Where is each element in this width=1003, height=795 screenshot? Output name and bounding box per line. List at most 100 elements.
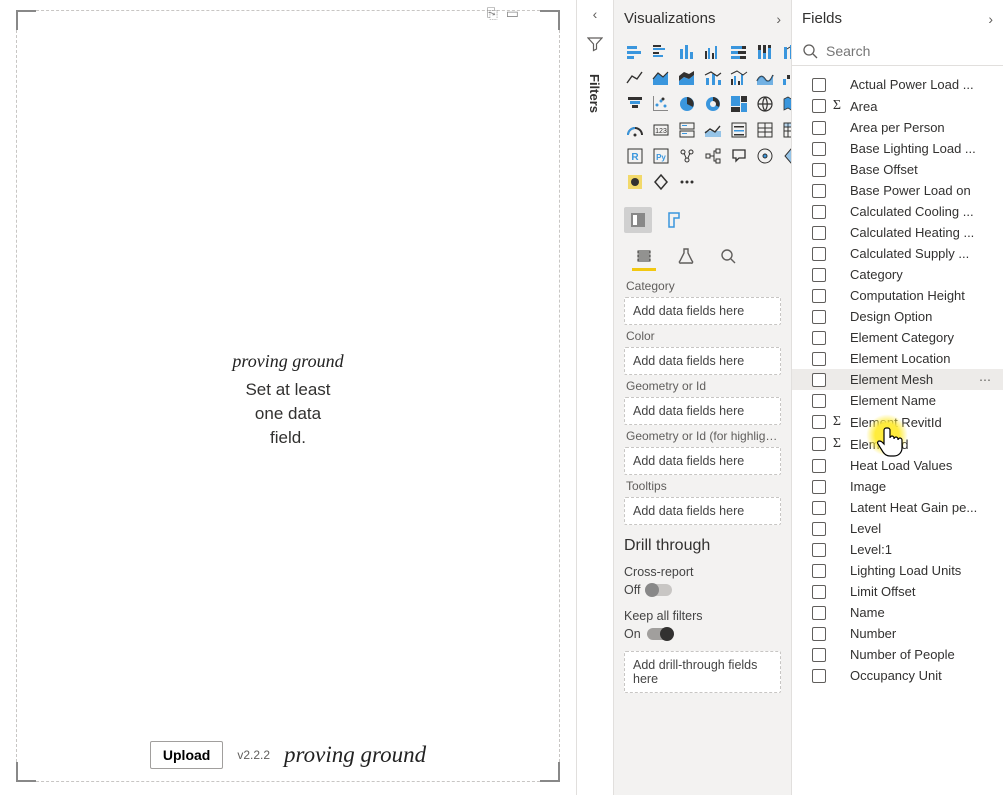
field-row[interactable]: Element Name	[792, 390, 1003, 411]
table-icon[interactable]	[754, 119, 776, 141]
well-geometry[interactable]: Add data fields here	[624, 397, 781, 425]
powerapps-icon[interactable]	[780, 145, 792, 167]
field-row[interactable]: Base Power Load on	[792, 180, 1003, 201]
line-clustered-column-icon[interactable]	[728, 67, 750, 89]
waterfall-icon[interactable]	[780, 67, 792, 89]
field-row[interactable]: Element Category	[792, 327, 1003, 348]
drill-through-well[interactable]: Add drill-through fields here	[624, 651, 781, 693]
python-visual-icon[interactable]: Py	[650, 145, 672, 167]
field-row[interactable]: Name	[792, 602, 1003, 623]
ribbon-icon[interactable]	[780, 41, 792, 63]
matrix-icon[interactable]	[780, 119, 792, 141]
field-checkbox[interactable]	[812, 669, 826, 683]
slicer-icon[interactable]	[728, 119, 750, 141]
field-row[interactable]: Area per Person	[792, 117, 1003, 138]
values-tool-icon[interactable]	[624, 207, 652, 233]
more-icon[interactable]: ⋯	[975, 373, 995, 387]
stacked-column-icon[interactable]	[676, 41, 698, 63]
field-checkbox[interactable]	[812, 205, 826, 219]
field-row[interactable]: Heat Load Values	[792, 455, 1003, 476]
field-checkbox[interactable]	[812, 226, 826, 240]
field-checkbox[interactable]	[812, 142, 826, 156]
field-checkbox[interactable]	[812, 501, 826, 515]
field-row[interactable]: Computation Height	[792, 285, 1003, 306]
field-checkbox[interactable]	[812, 289, 826, 303]
treemap-icon[interactable]	[728, 93, 750, 115]
visual-header-icons[interactable]: ⎘ ▭	[487, 5, 519, 22]
field-checkbox[interactable]	[812, 331, 826, 345]
format-tab[interactable]	[674, 243, 698, 271]
field-row[interactable]: Limit Offset	[792, 581, 1003, 602]
field-checkbox[interactable]	[812, 121, 826, 135]
custom-visual-2-icon[interactable]	[650, 171, 672, 193]
field-row[interactable]: Number	[792, 623, 1003, 644]
field-checkbox[interactable]	[812, 373, 826, 387]
card-icon[interactable]: 123	[650, 119, 672, 141]
chevron-left-icon[interactable]: ‹	[577, 0, 613, 28]
well-geometry-highlight[interactable]: Add data fields here	[624, 447, 781, 475]
donut-icon[interactable]	[702, 93, 724, 115]
field-checkbox[interactable]	[812, 437, 826, 451]
field-checkbox[interactable]	[812, 394, 826, 408]
field-row[interactable]: Calculated Cooling ...	[792, 201, 1003, 222]
field-row[interactable]: Level:1	[792, 539, 1003, 560]
field-checkbox[interactable]	[812, 78, 826, 92]
field-checkbox[interactable]	[812, 564, 826, 578]
more-visuals-icon[interactable]	[676, 171, 698, 193]
pin-icon[interactable]: ⎘	[487, 5, 498, 22]
chevron-right-icon[interactable]: ›	[776, 11, 781, 27]
field-checkbox[interactable]	[812, 543, 826, 557]
focus-icon[interactable]: ▭	[506, 5, 519, 22]
kpi-icon[interactable]	[702, 119, 724, 141]
clustered-column-icon[interactable]	[702, 41, 724, 63]
field-row[interactable]: Occupancy Unit	[792, 665, 1003, 686]
100pct-bar-icon[interactable]	[728, 41, 750, 63]
arcgis-icon[interactable]	[754, 145, 776, 167]
format-tool-icon[interactable]	[660, 207, 688, 233]
field-checkbox[interactable]	[812, 163, 826, 177]
field-checkbox[interactable]	[812, 459, 826, 473]
keep-filters-toggle[interactable]: On	[614, 623, 791, 647]
field-checkbox[interactable]	[812, 247, 826, 261]
custom-visual-1-icon[interactable]	[624, 171, 646, 193]
well-tooltips[interactable]: Add data fields here	[624, 497, 781, 525]
well-color[interactable]: Add data fields here	[624, 347, 781, 375]
field-checkbox[interactable]	[812, 480, 826, 494]
field-checkbox[interactable]	[812, 99, 826, 113]
chevron-right-icon[interactable]: ›	[988, 11, 993, 27]
decomposition-tree-icon[interactable]	[702, 145, 724, 167]
field-checkbox[interactable]	[812, 310, 826, 324]
field-checkbox[interactable]	[812, 627, 826, 641]
field-row[interactable]: Calculated Supply ...	[792, 243, 1003, 264]
field-row[interactable]: Actual Power Load ...	[792, 74, 1003, 95]
stacked-bar-icon[interactable]	[624, 41, 646, 63]
line-stacked-column-icon[interactable]	[702, 67, 724, 89]
ribbon-chart-icon[interactable]	[754, 67, 776, 89]
field-row[interactable]: ΣElement RevitId	[792, 411, 1003, 433]
cross-report-toggle[interactable]: Off	[614, 579, 791, 603]
map-icon[interactable]	[754, 93, 776, 115]
field-row[interactable]: ΣArea	[792, 95, 1003, 117]
field-checkbox[interactable]	[812, 268, 826, 282]
field-checkbox[interactable]	[812, 184, 826, 198]
qa-visual-icon[interactable]	[728, 145, 750, 167]
field-row[interactable]: Element Location	[792, 348, 1003, 369]
field-row[interactable]: Image	[792, 476, 1003, 497]
field-row[interactable]: ΣElementId	[792, 433, 1003, 455]
field-checkbox[interactable]	[812, 522, 826, 536]
analytics-tab[interactable]	[716, 243, 740, 271]
field-checkbox[interactable]	[812, 585, 826, 599]
field-row[interactable]: Element Mesh⋯	[792, 369, 1003, 390]
field-row[interactable]: Latent Heat Gain pe...	[792, 497, 1003, 518]
r-visual-icon[interactable]: R	[624, 145, 646, 167]
field-checkbox[interactable]	[812, 648, 826, 662]
stacked-area-icon[interactable]	[676, 67, 698, 89]
field-checkbox[interactable]	[812, 352, 826, 366]
filters-pane-collapsed[interactable]: ‹ Filters	[576, 0, 614, 795]
filled-map-icon[interactable]	[780, 93, 792, 115]
multi-row-card-icon[interactable]	[676, 119, 698, 141]
custom-visual-frame[interactable]: ⎘ ▭ proving ground Set at least one data…	[16, 10, 560, 782]
gauge-icon[interactable]	[624, 119, 646, 141]
area-chart-icon[interactable]	[650, 67, 672, 89]
field-row[interactable]: Base Offset	[792, 159, 1003, 180]
